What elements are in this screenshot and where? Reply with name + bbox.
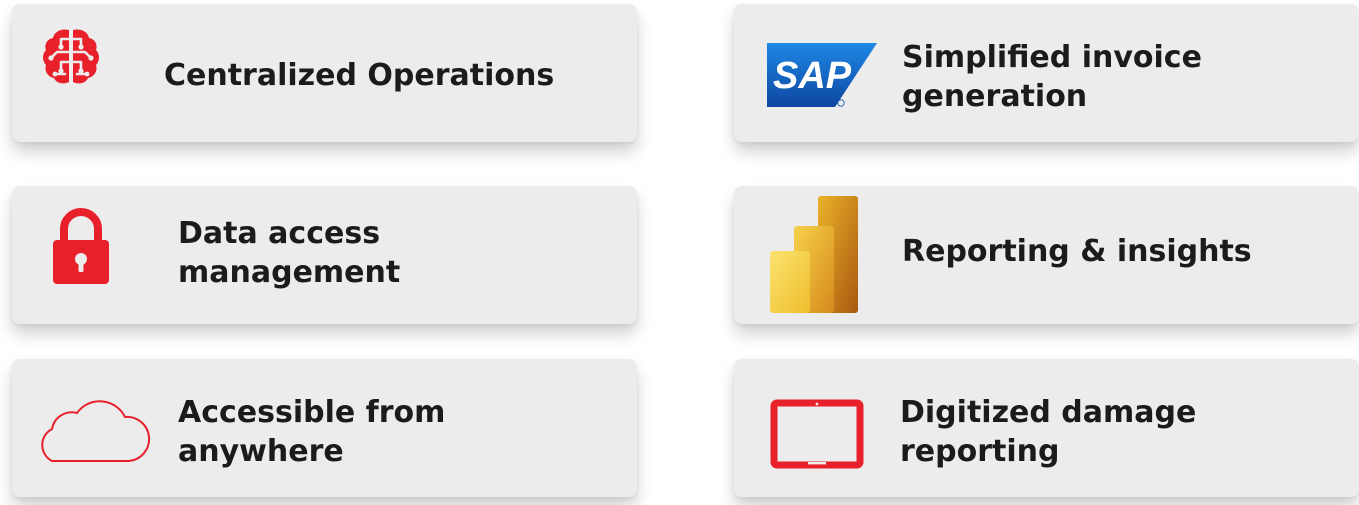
- feature-label-line-2: anywhere: [178, 434, 344, 469]
- tablet-icon: [770, 399, 864, 469]
- feature-card-digitized-damage: Digitized damage reporting: [734, 359, 1359, 497]
- feature-label: Centralized Operations: [164, 56, 554, 95]
- feature-label-line-1: Accessible from: [178, 395, 446, 430]
- sap-logo-icon: SAP: [767, 43, 877, 107]
- power-bi-icon: [770, 196, 858, 313]
- cloud-icon: [41, 400, 151, 462]
- feature-label: Accessible from anywhere: [178, 393, 445, 471]
- feature-card-data-access: Data access management: [12, 186, 637, 324]
- feature-label: Digitized damage reporting: [900, 393, 1196, 471]
- feature-card-simplified-invoice: SAP Simplified invoice generation: [734, 4, 1359, 142]
- sap-logo-text: SAP: [773, 55, 852, 97]
- feature-label-line-1: Reporting & insights: [902, 234, 1252, 269]
- feature-label-line-1: Centralized Operations: [164, 58, 555, 93]
- feature-label-line-1: Data access: [178, 216, 381, 251]
- feature-label-line-1: Digitized damage: [900, 395, 1197, 430]
- lock-icon: [53, 208, 109, 284]
- feature-card-reporting: Reporting & insights: [734, 186, 1359, 324]
- feature-label-line-1: Simplified invoice: [902, 40, 1202, 75]
- feature-card-centralized-operations: Centralized Operations: [12, 4, 637, 142]
- brain-circuit-icon: [43, 29, 99, 84]
- feature-label-line-2: reporting: [900, 434, 1060, 469]
- feature-label: Data access management: [178, 214, 400, 292]
- feature-label-line-2: management: [178, 255, 401, 290]
- feature-card-accessible: Accessible from anywhere: [12, 359, 637, 497]
- feature-label: Simplified invoice generation: [902, 38, 1202, 116]
- feature-label: Reporting & insights: [902, 232, 1252, 271]
- feature-label-line-2: generation: [902, 79, 1088, 114]
